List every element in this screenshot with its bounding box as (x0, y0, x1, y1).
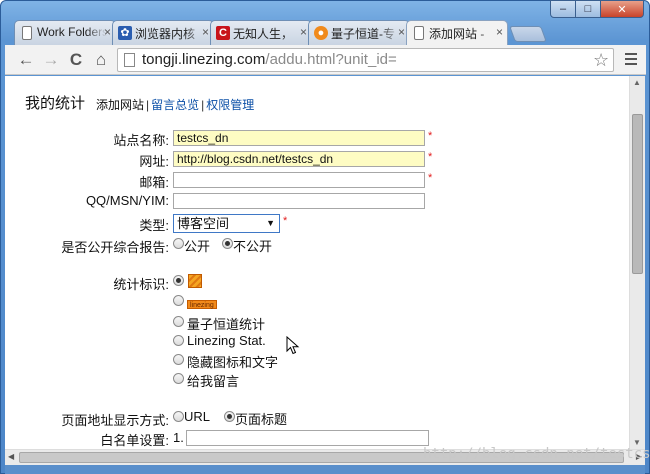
mouse-cursor-icon (286, 336, 300, 355)
address-bar[interactable]: tongji.linezing.com/addu.html?unit_id= (117, 48, 614, 72)
minimize-button[interactable]: – (550, 0, 576, 18)
whitelist-field[interactable] (186, 430, 429, 446)
tab-csdn[interactable]: C 无知人生， × (210, 20, 312, 45)
tab-strip: Work Folders × ✿ 浏览器内核 × C 无知人生， × ● 量子恒… (14, 20, 547, 45)
marker-label: 统计标识: (113, 277, 169, 292)
browser-toolbar: ← → C ⌂ tongji.linezing.com/addu.html?un… (5, 45, 646, 75)
im-label: QQ/MSN/YIM: (85, 193, 169, 208)
paw-icon: ✿ (118, 26, 132, 40)
type-selected-value: 博客空间 (177, 216, 230, 231)
linezing-square-logo-icon (188, 274, 202, 288)
marker-text-en-label: Linezing Stat. (187, 333, 266, 348)
tab-browser-kernel[interactable]: ✿ 浏览器内核 × (112, 20, 214, 45)
forward-button[interactable]: → (40, 49, 62, 71)
document-icon (414, 26, 424, 40)
link-messages-overview[interactable]: 留言总览 (151, 98, 199, 112)
chrome-menu-button[interactable] (622, 50, 640, 70)
radio-page-title-label: 页面标题 (235, 412, 288, 427)
orange-logo-icon: ● (314, 26, 328, 40)
radio-marker-icon[interactable] (173, 275, 184, 286)
public-report-label: 是否公开综合报告: (61, 240, 169, 255)
tab-close-icon[interactable]: × (300, 25, 307, 39)
marker-text-cn-label: 量子恒道统计 (187, 317, 266, 332)
tab-close-icon[interactable]: × (104, 25, 111, 39)
tab-close-icon[interactable]: × (496, 25, 503, 39)
home-button[interactable]: ⌂ (90, 49, 112, 71)
window-bottom-border (5, 465, 645, 474)
radio-marker-badge[interactable] (173, 295, 184, 306)
vertical-scrollbar[interactable]: ▲ ▼ (629, 76, 645, 449)
document-icon (22, 26, 32, 40)
radio-not-public[interactable] (222, 238, 233, 249)
tab-close-icon[interactable]: × (202, 25, 209, 39)
url-label: 网址: (139, 154, 169, 169)
page-icon (124, 53, 135, 67)
maximize-button[interactable]: □ (575, 0, 601, 18)
radio-marker-text-en[interactable] (173, 335, 184, 346)
back-button[interactable]: ← (15, 49, 37, 71)
tab-close-icon[interactable]: × (398, 25, 405, 39)
marker-hidden-label: 隐藏图标和文字 (187, 355, 279, 370)
page-title: 我的统计 (25, 95, 86, 112)
link-separator: | (146, 98, 150, 112)
page-content: 我的统计 添加网站 | 留言总览 | 权限管理 站点名称: testcs_dn * 网址… (5, 76, 629, 449)
radio-public-label: 公开 (184, 239, 211, 254)
scroll-up-arrow-icon[interactable]: ▲ (633, 78, 641, 87)
tab-title: 添加网站 - (429, 27, 485, 41)
tab-title: 无知人生， (233, 27, 294, 41)
dropdown-arrow-icon: ▼ (266, 218, 275, 228)
radio-url-label: URL (184, 409, 211, 424)
radio-url[interactable] (173, 411, 184, 422)
page-nav-links: 添加网站 | 留言总览 | 权限管理 (96, 96, 254, 113)
link-permissions[interactable]: 权限管理 (206, 98, 254, 112)
site-name-label: 站点名称: (113, 133, 169, 148)
scroll-left-arrow-icon[interactable]: ◀ (8, 452, 14, 461)
tab-work-folders[interactable]: Work Folders × (14, 20, 116, 45)
link-add-site[interactable]: 添加网站 (96, 98, 144, 112)
radio-marker-hidden[interactable] (173, 354, 184, 365)
tab-linezing[interactable]: ● 量子恒道-专 × (308, 20, 410, 45)
vertical-scroll-thumb[interactable] (632, 114, 643, 274)
email-label: 邮箱: (139, 175, 169, 190)
page-address-label: 页面地址显示方式: (61, 413, 169, 428)
tab-title: 量子恒道-专 (331, 27, 395, 41)
window-controls: – □ ✕ (550, 0, 644, 18)
email-field[interactable] (173, 172, 425, 188)
watermark-text: http://blog.csdn.net/testcs_dn (423, 446, 650, 462)
radio-public[interactable] (173, 238, 184, 249)
url-host: tongji.linezing.com (142, 51, 266, 68)
radio-not-public-label: 不公开 (233, 239, 273, 254)
radio-marker-message[interactable] (173, 373, 184, 384)
new-tab-button[interactable] (509, 26, 547, 42)
required-mark: * (428, 151, 433, 163)
tab-add-site[interactable]: 添加网站 - × (406, 20, 508, 45)
tab-title: 浏览器内核 (135, 27, 196, 41)
required-mark: * (428, 172, 433, 184)
reload-button[interactable]: C (65, 49, 87, 71)
type-select[interactable]: 博客空间 ▼ (173, 214, 280, 233)
radio-marker-text-cn[interactable] (173, 316, 184, 327)
csdn-icon: C (216, 26, 230, 40)
url-path: /addu.html?unit_id= (265, 51, 397, 68)
bookmark-star-icon[interactable]: ☆ (593, 48, 609, 72)
required-mark: * (283, 215, 288, 227)
radio-page-title[interactable] (224, 411, 235, 422)
marker-message-label: 给我留言 (187, 374, 240, 389)
linezing-badge-icon: linezing (187, 300, 217, 309)
url-field[interactable]: http://blog.csdn.net/testcs_dn (173, 151, 425, 167)
tab-title: Work Folders (37, 25, 107, 39)
site-name-field[interactable]: testcs_dn (173, 130, 425, 146)
link-separator: | (201, 98, 205, 112)
im-field[interactable] (173, 193, 425, 209)
type-label: 类型: (139, 218, 169, 233)
required-mark: * (428, 130, 433, 142)
whitelist-index: 1. (173, 430, 184, 445)
whitelist-label: 白名单设置: (100, 433, 169, 448)
close-window-button[interactable]: ✕ (600, 0, 644, 18)
